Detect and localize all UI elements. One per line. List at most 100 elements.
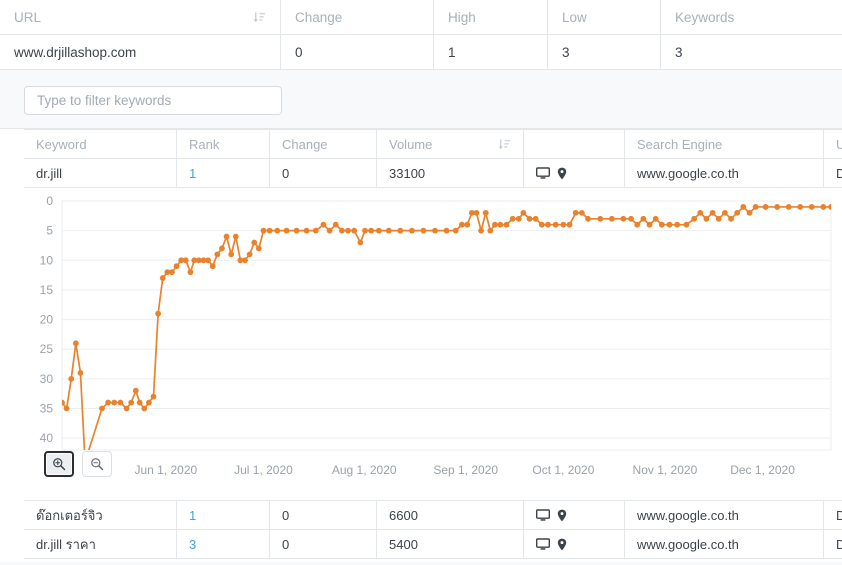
svg-text:5: 5 bbox=[46, 224, 53, 238]
url-table-row[interactable]: www.drjillashop.com 0 1 3 3 bbox=[0, 34, 842, 70]
svg-text:0: 0 bbox=[46, 194, 53, 208]
url-table-body: www.drjillashop.com 0 1 3 3 bbox=[0, 34, 842, 70]
column-header-volume[interactable]: Volume bbox=[376, 129, 524, 159]
cell-keyword[interactable]: dr.jill ราคา bbox=[24, 529, 177, 559]
keyword-filter-panel bbox=[0, 70, 842, 129]
cell-updated: Dec 15 9:35:12 PM bbox=[823, 158, 842, 188]
column-header-device bbox=[523, 129, 625, 159]
keyword-table: Keyword Rank Change Volume Search Engine… bbox=[24, 129, 842, 559]
location-pin-icon bbox=[557, 167, 567, 180]
svg-text:Oct 1, 2020: Oct 1, 2020 bbox=[532, 463, 594, 477]
column-header-high-label: High bbox=[448, 9, 476, 25]
sort-descending-icon[interactable] bbox=[253, 11, 266, 24]
rank-link[interactable]: 3 bbox=[189, 537, 196, 552]
keyword-chart-row: 0 5 10 15 20 25 30 35 40 Jun 1, 2020 Jul 1, 2020 Au… bbox=[24, 187, 842, 501]
cell-change: 0 bbox=[269, 529, 377, 559]
svg-text:Dec 1, 2020: Dec 1, 2020 bbox=[730, 463, 795, 477]
keyword-table-wrapper: Keyword Rank Change Volume Search Engine… bbox=[0, 129, 842, 559]
column-header-updated[interactable]: Updated bbox=[823, 129, 842, 159]
zoom-in-icon bbox=[53, 458, 66, 471]
column-header-keywords-label: Keywords bbox=[675, 9, 735, 25]
column-header-keyword[interactable]: Keyword bbox=[24, 129, 177, 159]
cell-keyword[interactable]: dr.jill bbox=[24, 158, 177, 188]
zoom-out-button[interactable] bbox=[82, 451, 112, 477]
column-header-search-engine-label: Search Engine bbox=[637, 136, 723, 152]
cell-high: 1 bbox=[433, 34, 548, 70]
column-header-low[interactable]: Low bbox=[547, 0, 661, 35]
table-row[interactable]: ด๊อกเตอร์จิว 1 0 6600 www.google.co.th bbox=[24, 500, 842, 530]
column-header-rank-label: Rank bbox=[189, 136, 220, 152]
column-header-low-label: Low bbox=[562, 9, 587, 25]
url-table-header-row: URL Change High Low Keywords bbox=[0, 0, 842, 35]
svg-text:Aug 1, 2020: Aug 1, 2020 bbox=[332, 463, 397, 477]
column-header-volume-label: Volume bbox=[389, 136, 433, 152]
keyword-table-head: Keyword Rank Change Volume Search Engine bbox=[24, 129, 842, 159]
desktop-monitor-icon bbox=[536, 166, 550, 180]
rank-link[interactable]: 1 bbox=[189, 166, 196, 181]
column-header-keywords[interactable]: Keywords bbox=[660, 0, 842, 35]
column-header-high[interactable]: High bbox=[433, 0, 548, 35]
column-header-search-engine[interactable]: Search Engine bbox=[624, 129, 824, 159]
column-header-rank[interactable]: Rank bbox=[176, 129, 270, 159]
url-summary-table: URL Change High Low Keywords www.drjilla… bbox=[0, 0, 842, 70]
cell-keyword[interactable]: ด๊อกเตอร์จิว bbox=[24, 500, 177, 530]
cell-device bbox=[523, 500, 625, 530]
cell-search-engine: www.google.co.th bbox=[624, 529, 824, 559]
desktop-monitor-icon bbox=[536, 508, 550, 522]
column-header-url-label: URL bbox=[14, 9, 42, 25]
location-pin-icon bbox=[557, 538, 567, 551]
cell-change: 0 bbox=[269, 158, 377, 188]
url-table-head: URL Change High Low Keywords bbox=[0, 0, 842, 35]
cell-device bbox=[523, 158, 625, 188]
svg-text:15: 15 bbox=[40, 283, 54, 297]
cell-updated: Dec 15 9:35:27 PM bbox=[823, 529, 842, 559]
location-pin-icon bbox=[557, 509, 567, 522]
zoom-out-icon bbox=[91, 458, 104, 471]
cell-low: 3 bbox=[547, 34, 661, 70]
cell-rank: 3 bbox=[176, 529, 270, 559]
cell-search-engine: www.google.co.th bbox=[624, 500, 824, 530]
keyword-filter-input[interactable] bbox=[24, 86, 282, 115]
cell-updated: Dec 15 9:35:11 PM bbox=[823, 500, 842, 530]
svg-text:10: 10 bbox=[40, 253, 54, 267]
cell-device bbox=[523, 529, 625, 559]
svg-text:25: 25 bbox=[40, 342, 54, 356]
cell-keywords: 3 bbox=[660, 34, 842, 70]
column-header-url[interactable]: URL bbox=[0, 0, 281, 35]
cell-volume: 5400 bbox=[376, 529, 524, 559]
rank-link[interactable]: 1 bbox=[189, 508, 196, 523]
cell-volume: 33100 bbox=[376, 158, 524, 188]
svg-text:40: 40 bbox=[40, 431, 54, 445]
column-header-updated-label: Updated bbox=[836, 137, 842, 152]
desktop-monitor-icon bbox=[536, 537, 550, 551]
keyword-table-body: dr.jill 1 0 33100 www.google.co.th 0 5 1… bbox=[24, 158, 842, 559]
svg-text:Jul 1, 2020: Jul 1, 2020 bbox=[234, 463, 293, 477]
column-header-change-label: Change bbox=[295, 9, 343, 25]
rank-history-chart-svg: 0 5 10 15 20 25 30 35 40 Jun 1, 2020 Jul 1, 2020 Au… bbox=[40, 194, 832, 477]
svg-text:Sep 1, 2020: Sep 1, 2020 bbox=[433, 463, 498, 477]
svg-text:30: 30 bbox=[40, 372, 54, 386]
cell-rank: 1 bbox=[176, 158, 270, 188]
keyword-chart-cell: 0 5 10 15 20 25 30 35 40 Jun 1, 2020 Jul 1, 2020 Au… bbox=[24, 187, 842, 501]
cell-search-engine: www.google.co.th bbox=[624, 158, 824, 188]
keyword-table-header-row: Keyword Rank Change Volume Search Engine bbox=[24, 129, 842, 159]
cell-change: 0 bbox=[280, 34, 434, 70]
svg-text:Jun 1, 2020: Jun 1, 2020 bbox=[134, 463, 197, 477]
table-row[interactable]: dr.jill 1 0 33100 www.google.co.th bbox=[24, 158, 842, 188]
cell-change: 0 bbox=[269, 500, 377, 530]
table-row[interactable]: dr.jill ราคา 3 0 5400 www.google.co.th bbox=[24, 529, 842, 559]
zoom-in-button[interactable] bbox=[44, 451, 74, 477]
svg-text:35: 35 bbox=[40, 402, 54, 416]
svg-text:20: 20 bbox=[40, 313, 54, 327]
svg-text:Nov 1, 2020: Nov 1, 2020 bbox=[633, 463, 698, 477]
cell-rank: 1 bbox=[176, 500, 270, 530]
column-header-kw-change-label: Change bbox=[282, 136, 328, 152]
cell-volume: 6600 bbox=[376, 500, 524, 530]
cell-url[interactable]: www.drjillashop.com bbox=[0, 34, 281, 70]
column-header-change[interactable]: Change bbox=[280, 0, 434, 35]
column-header-kw-change[interactable]: Change bbox=[269, 129, 377, 159]
sort-descending-icon[interactable] bbox=[498, 138, 511, 151]
chart-zoom-controls bbox=[44, 451, 112, 477]
column-header-keyword-label: Keyword bbox=[36, 136, 87, 152]
rank-history-chart[interactable]: 0 5 10 15 20 25 30 35 40 Jun 1, 2020 Jul 1, 2020 Au… bbox=[24, 188, 842, 500]
